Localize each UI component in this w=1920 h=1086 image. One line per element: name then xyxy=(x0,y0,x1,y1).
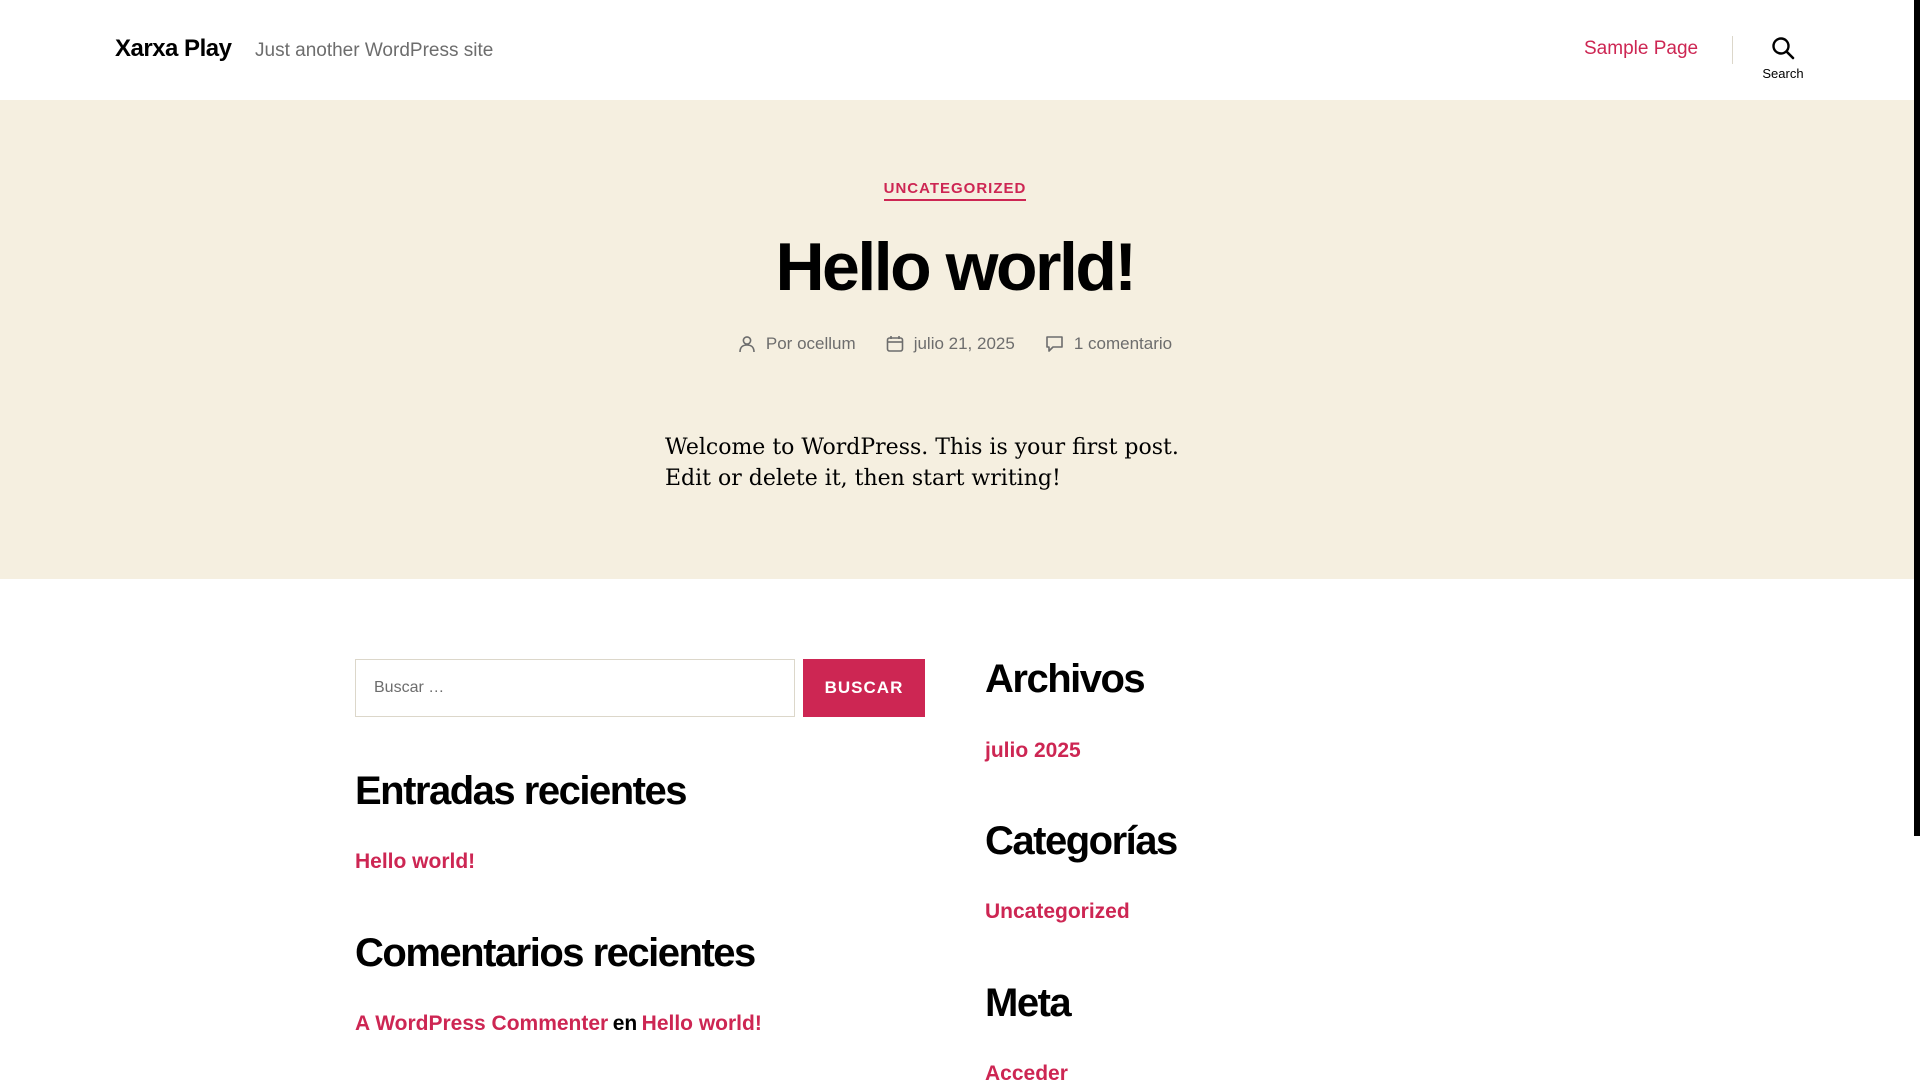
post-content: Welcome to WordPress. This is your first… xyxy=(665,435,1179,491)
comment-author-link[interactable]: A WordPress Commenter xyxy=(355,1012,608,1035)
recent-post-link[interactable]: Hello world! xyxy=(355,850,475,873)
search-submit-button[interactable]: BUSCAR xyxy=(803,659,925,717)
post-title: Hello world! xyxy=(775,229,1137,305)
widget-title: Categorías xyxy=(985,819,1178,863)
search-toggle-label: Search xyxy=(1762,66,1804,81)
recent-comments-widget: Comentarios recientes xyxy=(355,931,756,976)
search-icon xyxy=(1772,37,1795,60)
categories-list: Uncategorized xyxy=(985,900,1130,924)
archive-link[interactable]: julio 2025 xyxy=(985,739,1081,762)
comment-icon xyxy=(1046,336,1063,352)
widget-title: Entradas recientes xyxy=(355,769,687,813)
category-link[interactable]: Uncategorized xyxy=(985,900,1130,923)
site-title-link[interactable]: Xarxa Play xyxy=(115,35,232,63)
widget-title: Archivos xyxy=(985,657,1146,701)
header-divider xyxy=(1732,36,1733,64)
meta-list: Acceder xyxy=(985,1062,1068,1086)
calendar-icon xyxy=(886,336,903,352)
post-category: UNCATEGORIZED xyxy=(0,180,1910,201)
meta-widget: Meta xyxy=(985,981,1072,1026)
search-toggle-button[interactable]: Search xyxy=(1750,30,1816,90)
post-header: UNCATEGORIZED Hello world! Por ocellum j… xyxy=(0,100,1914,579)
post-date-link[interactable]: julio 21, 2025 xyxy=(914,334,1015,354)
recent-posts-list: Hello world! xyxy=(355,850,475,874)
author-prefix: Por xyxy=(765,334,793,353)
comment-connector: en xyxy=(612,1012,638,1035)
search-form: BUSCAR xyxy=(355,659,925,717)
footer-widgets: BUSCAR Entradas recientes Hello world! C… xyxy=(0,579,1914,1085)
login-link[interactable]: Acceder xyxy=(985,1062,1068,1085)
comments-link[interactable]: 1 comentario xyxy=(1074,334,1172,354)
site-header: Xarxa Play Just another WordPress site S… xyxy=(0,0,1914,100)
site-tagline: Just another WordPress site xyxy=(255,40,494,61)
nav-sample-page-link[interactable]: Sample Page xyxy=(1584,38,1698,60)
post-meta: Por ocellum julio 21, 2025 1 comentario xyxy=(0,334,1910,354)
recent-comment-item: A WordPress Commenter en Hello world! xyxy=(355,1012,762,1036)
categories-widget: Categorías xyxy=(985,819,1178,864)
category-link-uncategorized[interactable]: UNCATEGORIZED xyxy=(883,180,1027,201)
scrollbar-track[interactable] xyxy=(1914,0,1920,1080)
comment-post-link[interactable]: Hello world! xyxy=(642,1012,762,1035)
widget-title: Comentarios recientes xyxy=(355,931,756,975)
author-link[interactable]: ocellum xyxy=(797,334,856,353)
archives-list: julio 2025 xyxy=(985,739,1081,763)
recent-posts-widget: Entradas recientes xyxy=(355,769,687,814)
search-input[interactable] xyxy=(355,659,795,717)
post-author: Por ocellum xyxy=(738,334,856,354)
post-comments: 1 comentario xyxy=(1045,334,1172,354)
post-date: julio 21, 2025 xyxy=(886,334,1015,354)
search-widget: BUSCAR xyxy=(355,659,925,717)
scrollbar-thumb[interactable] xyxy=(1914,0,1920,836)
widget-title: Meta xyxy=(985,981,1072,1025)
archives-widget: Archivos xyxy=(985,657,1146,702)
person-icon xyxy=(739,336,755,353)
